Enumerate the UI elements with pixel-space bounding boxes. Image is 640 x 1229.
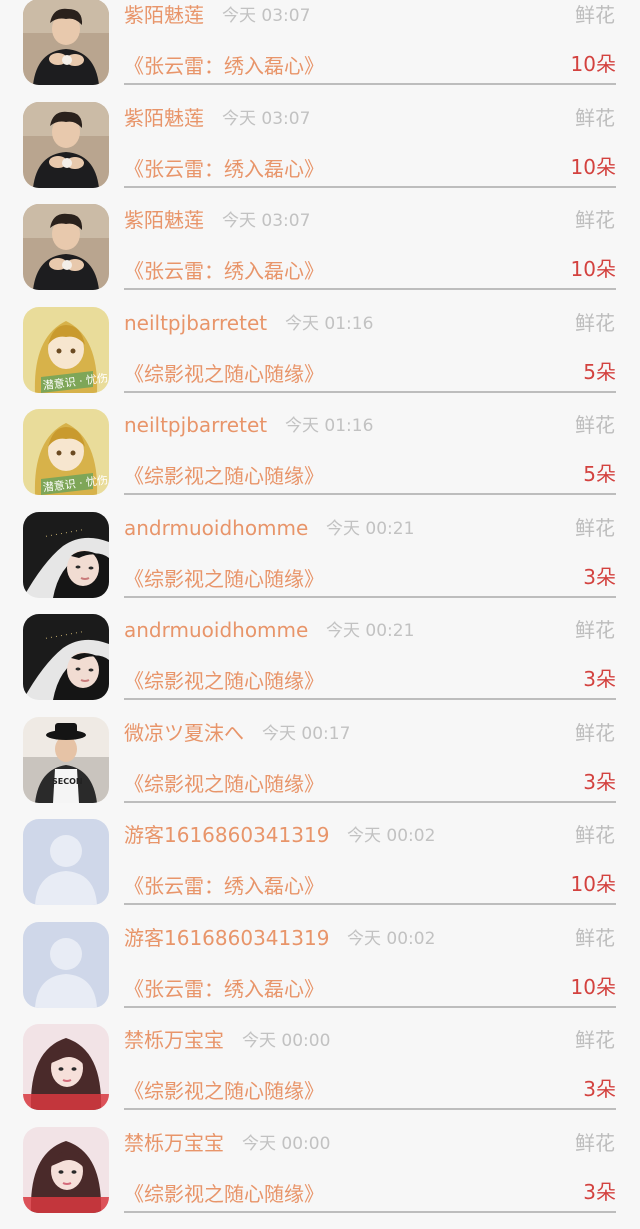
gift-count: 10朵 <box>571 50 616 78</box>
user-name[interactable]: 微凉ツ夏沫へ <box>124 719 244 747</box>
gift-count: 10朵 <box>571 153 616 181</box>
gift-record-row[interactable]: 紫陌魅莲今天 03:07 鲜花《张云雷：绣入磊心》 10朵 <box>0 102 640 205</box>
row-divider <box>124 83 616 85</box>
gift-record-row[interactable]: · · · · · · · · andrmuoidhomme 今天 00:21 鲜花《… <box>0 614 640 717</box>
gift-type-label: 鲜花 <box>575 617 615 643</box>
timestamp: 今天 01:16 <box>285 312 373 336</box>
man-dark-avatar[interactable] <box>23 0 109 85</box>
row-divider <box>124 186 616 188</box>
timestamp: 今天 01:16 <box>285 414 373 438</box>
book-title-link[interactable]: 《综影视之随心随缘》 <box>124 667 324 695</box>
gift-count: 5朵 <box>583 358 616 386</box>
user-name[interactable]: andrmuoidhomme <box>124 514 308 542</box>
user-name[interactable]: neiltpjbarretet <box>124 411 267 439</box>
gift-count: 3朵 <box>583 1178 616 1206</box>
gift-count: 10朵 <box>571 973 616 1001</box>
row-divider <box>124 391 616 393</box>
row-divider <box>124 1108 616 1110</box>
default-user-avatar[interactable] <box>23 819 109 905</box>
anime-girl-avatar[interactable]: 潜意识 · 忧伤 <box>23 307 109 393</box>
gift-type-label: 鲜花 <box>575 1027 615 1053</box>
book-title-link[interactable]: 《综影视之随心随缘》 <box>124 462 324 490</box>
gift-type-label: 鲜花 <box>575 925 615 951</box>
user-name[interactable]: 紫陌魅莲 <box>124 104 204 132</box>
timestamp: 今天 00:21 <box>326 619 414 643</box>
user-name[interactable]: neiltpjbarretet <box>124 309 267 337</box>
row-divider <box>124 493 616 495</box>
book-title-link[interactable]: 《综影视之随心随缘》 <box>124 1077 324 1105</box>
gift-count: 10朵 <box>571 255 616 283</box>
gift-count: 3朵 <box>583 768 616 796</box>
row-divider <box>124 288 616 290</box>
timestamp: 今天 00:00 <box>242 1029 330 1053</box>
row-divider <box>124 1211 616 1213</box>
timestamp: 今天 00:02 <box>347 927 435 951</box>
hat-boy-avatar[interactable]: SECON <box>23 717 109 803</box>
user-name[interactable]: 禁栎万宝宝 <box>124 1026 224 1054</box>
row-divider <box>124 903 616 905</box>
anime-girl-avatar[interactable]: 潜意识 · 忧伤 <box>23 409 109 495</box>
gift-type-label: 鲜花 <box>575 412 615 438</box>
gift-record-row[interactable]: 游客1616860341319 今天 00:02 鲜花《张云雷：绣入磊心》 10朵 <box>0 819 640 922</box>
gift-count: 5朵 <box>583 460 616 488</box>
timestamp: 今天 03:07 <box>222 4 310 28</box>
gift-record-row[interactable]: 游客1616860341319 今天 00:02 鲜花《张云雷：绣入磊心》 10朵 <box>0 922 640 1025</box>
gift-count: 3朵 <box>583 1075 616 1103</box>
user-name[interactable]: 游客1616860341319 <box>124 924 329 952</box>
gift-record-row[interactable]: 禁栎万宝宝今天 00:00 鲜花《综影视之随心随缘》 3朵 <box>0 1024 640 1127</box>
timestamp: 今天 00:21 <box>326 517 414 541</box>
gift-record-row[interactable]: · · · · · · · · andrmuoidhomme 今天 00:21 鲜花《… <box>0 512 640 615</box>
pink-girl-avatar[interactable] <box>23 1024 109 1110</box>
gift-count: 10朵 <box>571 870 616 898</box>
user-name[interactable]: 禁栎万宝宝 <box>124 1129 224 1157</box>
gift-type-label: 鲜花 <box>575 2 615 28</box>
book-title-link[interactable]: 《张云雷：绣入磊心》 <box>124 52 324 80</box>
timestamp: 今天 03:07 <box>222 107 310 131</box>
timestamp: 今天 00:17 <box>262 722 350 746</box>
gift-type-label: 鲜花 <box>575 105 615 131</box>
book-title-link[interactable]: 《综影视之随心随缘》 <box>124 565 324 593</box>
user-name[interactable]: andrmuoidhomme <box>124 616 308 644</box>
row-divider <box>124 1006 616 1008</box>
gift-count: 3朵 <box>583 665 616 693</box>
book-title-link[interactable]: 《综影视之随心随缘》 <box>124 770 324 798</box>
gift-type-label: 鲜花 <box>575 310 615 336</box>
row-divider <box>124 801 616 803</box>
gift-record-row[interactable]: 紫陌魅莲今天 03:07 鲜花《张云雷：绣入磊心》 10朵 <box>0 204 640 307</box>
gift-type-label: 鲜花 <box>575 207 615 233</box>
gift-record-list: 紫陌魅莲今天 03:07鲜花《张云雷：绣入磊心》10朵紫陌魅莲今天 03:07鲜… <box>0 0 640 1229</box>
book-title-link[interactable]: 《综影视之随心随缘》 <box>124 360 324 388</box>
gift-type-label: 鲜花 <box>575 720 615 746</box>
timestamp: 今天 03:07 <box>222 209 310 233</box>
gift-record-row[interactable]: 禁栎万宝宝今天 00:00 鲜花《综影视之随心随缘》 3朵 <box>0 1127 640 1229</box>
gift-record-row[interactable]: 潜意识 · 忧伤 neiltpjbarretet 今天 01:16 鲜花《综影视之随心… <box>0 307 640 410</box>
timestamp: 今天 00:02 <box>347 824 435 848</box>
gift-type-label: 鲜花 <box>575 822 615 848</box>
gift-count: 3朵 <box>583 563 616 591</box>
default-user-avatar[interactable] <box>23 922 109 1008</box>
pink-girl-avatar[interactable] <box>23 1127 109 1213</box>
book-title-link[interactable]: 《张云雷：绣入磊心》 <box>124 872 324 900</box>
dark-hair-girl-avatar[interactable]: · · · · · · · · <box>23 512 109 598</box>
user-name[interactable]: 紫陌魅莲 <box>124 206 204 234</box>
gift-record-row[interactable]: SECON 微凉ツ夏沫へ今天 00:17 鲜花《综影视之随心随缘》 3朵 <box>0 717 640 820</box>
book-title-link[interactable]: 《张云雷：绣入磊心》 <box>124 975 324 1003</box>
dark-hair-girl-avatar[interactable]: · · · · · · · · <box>23 614 109 700</box>
row-divider <box>124 698 616 700</box>
man-dark-avatar[interactable] <box>23 102 109 188</box>
gift-type-label: 鲜花 <box>575 1130 615 1156</box>
svg-text:SECON: SECON <box>52 777 83 786</box>
book-title-link[interactable]: 《综影视之随心随缘》 <box>124 1180 324 1208</box>
man-dark-avatar[interactable] <box>23 204 109 290</box>
gift-record-row[interactable]: 潜意识 · 忧伤 neiltpjbarretet 今天 01:16 鲜花《综影视之随心… <box>0 409 640 512</box>
book-title-link[interactable]: 《张云雷：绣入磊心》 <box>124 155 324 183</box>
book-title-link[interactable]: 《张云雷：绣入磊心》 <box>124 257 324 285</box>
user-name[interactable]: 游客1616860341319 <box>124 821 329 849</box>
user-name[interactable]: 紫陌魅莲 <box>124 1 204 29</box>
row-divider <box>124 596 616 598</box>
gift-type-label: 鲜花 <box>575 515 615 541</box>
timestamp: 今天 00:00 <box>242 1132 330 1156</box>
gift-record-row[interactable]: 紫陌魅莲今天 03:07 鲜花《张云雷：绣入磊心》 10朵 <box>0 0 640 102</box>
